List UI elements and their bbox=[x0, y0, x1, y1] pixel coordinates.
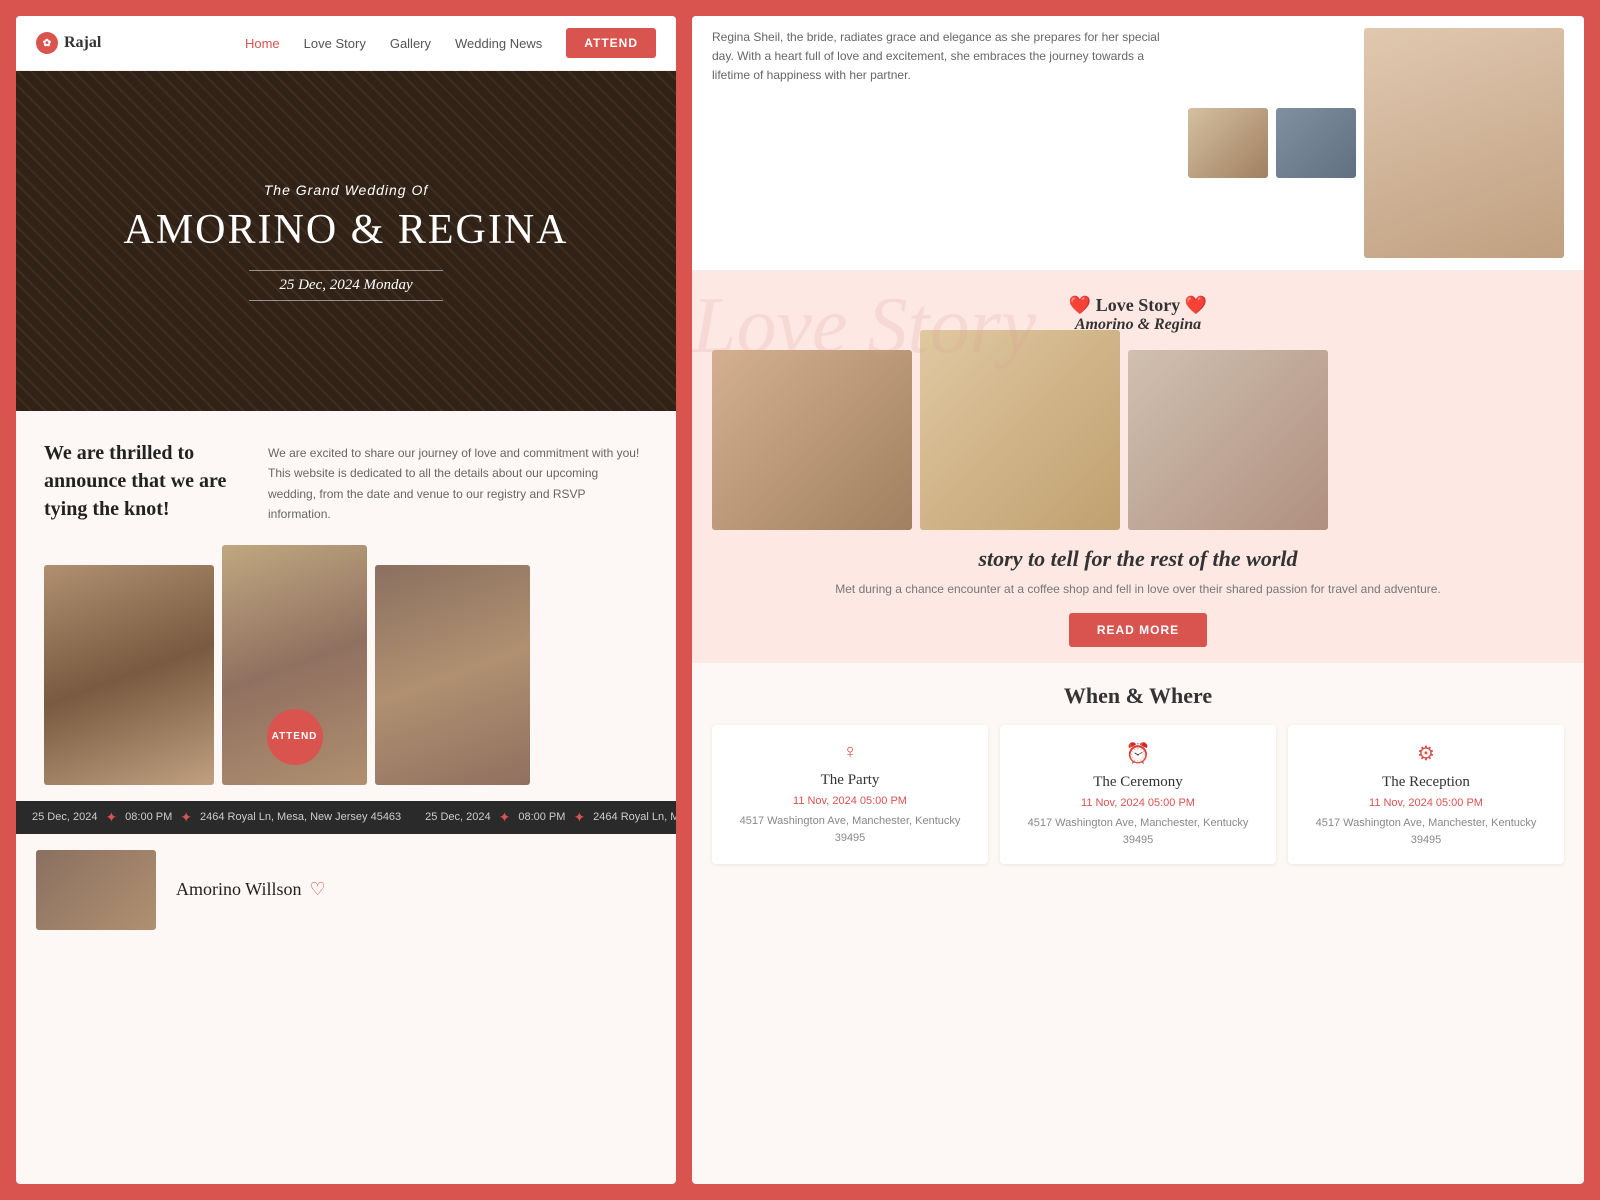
photo-1 bbox=[44, 565, 214, 785]
event-party: ♀ The Party 11 Nov, 2024 05:00 PM 4517 W… bbox=[712, 725, 988, 864]
love-story-tagline: story to tell for the rest of the world bbox=[712, 546, 1564, 572]
event-reception: ⚙ The Reception 11 Nov, 2024 05:00 PM 45… bbox=[1288, 725, 1564, 864]
love-photo-3 bbox=[1128, 350, 1328, 530]
love-story-header: ❤️ Love Story ❤️ Amorino & Regina bbox=[712, 295, 1564, 334]
nav-gallery[interactable]: Gallery bbox=[390, 36, 431, 51]
party-title: The Party bbox=[728, 772, 972, 789]
love-photo-2 bbox=[920, 330, 1120, 530]
announce-title: We are thrilled to announce that we are … bbox=[44, 439, 244, 523]
read-more-button[interactable]: READ MORE bbox=[1069, 613, 1207, 647]
gallery-description: Regina Sheil, the bride, radiates grace … bbox=[712, 28, 1180, 258]
photo-1-inner bbox=[44, 565, 214, 785]
when-where-title: When & Where bbox=[712, 683, 1564, 709]
love-story-section: Love Story ❤️ Love Story ❤️ Amorino & Re… bbox=[692, 271, 1584, 663]
ticker-dot-1: ✦ bbox=[105, 809, 117, 826]
ticker-dot-4: ✦ bbox=[573, 809, 585, 826]
photo-3-inner bbox=[375, 565, 530, 785]
ticker-date-2: 25 Dec, 2024 bbox=[425, 811, 490, 823]
attend-button[interactable]: ATTEND bbox=[566, 28, 656, 58]
photo-3 bbox=[375, 565, 530, 785]
nav-home[interactable]: Home bbox=[245, 36, 280, 51]
ticker-dot-3: ✦ bbox=[499, 809, 511, 826]
hero-date: 25 Dec, 2024 Monday bbox=[249, 270, 442, 301]
left-panel: ✿ Rajal Home Love Story Gallery Wedding … bbox=[16, 16, 676, 1184]
gallery-top: Regina Sheil, the bride, radiates grace … bbox=[692, 16, 1584, 271]
person-name: Amorino Willson ♡ bbox=[176, 879, 326, 900]
love-story-description: Met during a chance encounter at a coffe… bbox=[712, 580, 1564, 599]
person-info: Amorino Willson ♡ bbox=[176, 850, 326, 930]
nav-love-story[interactable]: Love Story bbox=[304, 36, 366, 51]
ticker-address-2: 2464 Royal Ln, Mesa, New Jersey 45463 bbox=[593, 811, 676, 823]
event-ceremony: ⏰ The Ceremony 11 Nov, 2024 05:00 PM 451… bbox=[1000, 725, 1276, 864]
party-icon: ♀ bbox=[728, 741, 972, 764]
ticker-bar: 25 Dec, 2024 ✦ 08:00 PM ✦ 2464 Royal Ln,… bbox=[16, 801, 676, 834]
ticker-item-2: 25 Dec, 2024 ✦ 08:00 PM ✦ 2464 Royal Ln,… bbox=[425, 809, 676, 826]
ceremony-icon: ⏰ bbox=[1016, 741, 1260, 766]
when-where-section: When & Where ♀ The Party 11 Nov, 2024 05… bbox=[692, 663, 1584, 884]
hero-title: AMORINO & REGINA bbox=[124, 206, 569, 254]
ceremony-date: 11 Nov, 2024 05:00 PM bbox=[1016, 797, 1260, 809]
nav-wedding-news[interactable]: Wedding News bbox=[455, 36, 542, 51]
ticker-date-1: 25 Dec, 2024 bbox=[32, 811, 97, 823]
bottom-section: Amorino Willson ♡ bbox=[16, 834, 676, 946]
navbar: ✿ Rajal Home Love Story Gallery Wedding … bbox=[16, 16, 676, 71]
person-photo bbox=[36, 850, 156, 930]
love-photos bbox=[712, 350, 1564, 530]
announce-heading: We are thrilled to announce that we are … bbox=[44, 439, 244, 525]
party-address: 4517 Washington Ave, Manchester, Kentuck… bbox=[728, 813, 972, 846]
ticker-item-1: 25 Dec, 2024 ✦ 08:00 PM ✦ 2464 Royal Ln,… bbox=[32, 809, 401, 826]
hero-subtitle: The Grand Wedding Of bbox=[264, 182, 428, 198]
logo-text: Rajal bbox=[64, 34, 101, 52]
announce-body: We are excited to share our journey of l… bbox=[268, 439, 648, 525]
reception-title: The Reception bbox=[1304, 774, 1548, 791]
site-logo: ✿ Rajal bbox=[36, 32, 101, 54]
announcement-section: We are thrilled to announce that we are … bbox=[16, 411, 676, 541]
love-photo-1 bbox=[712, 350, 912, 530]
ticker-address-1: 2464 Royal Ln, Mesa, New Jersey 45463 bbox=[200, 811, 401, 823]
gallery-thumb-1 bbox=[1188, 108, 1268, 178]
reception-date: 11 Nov, 2024 05:00 PM bbox=[1304, 797, 1548, 809]
attend-circle[interactable]: ATTEND bbox=[267, 709, 323, 765]
photo-grid: ATTEND bbox=[16, 541, 676, 801]
ticker-time-1: 08:00 PM bbox=[125, 811, 172, 823]
reception-address: 4517 Washington Ave, Manchester, Kentuck… bbox=[1304, 815, 1548, 848]
heart-icon: ♡ bbox=[309, 879, 325, 900]
ticker-time-2: 08:00 PM bbox=[518, 811, 565, 823]
person-name-text: Amorino Willson bbox=[176, 879, 301, 900]
party-date: 11 Nov, 2024 05:00 PM bbox=[728, 795, 972, 807]
event-cards: ♀ The Party 11 Nov, 2024 05:00 PM 4517 W… bbox=[712, 725, 1564, 864]
photo-2: ATTEND bbox=[222, 545, 367, 785]
logo-icon: ✿ bbox=[36, 32, 58, 54]
gallery-main-photo bbox=[1364, 28, 1564, 258]
ceremony-title: The Ceremony bbox=[1016, 774, 1260, 791]
gallery-thumbs bbox=[1188, 28, 1356, 258]
right-panel: Regina Sheil, the bride, radiates grace … bbox=[692, 16, 1584, 1184]
love-story-couple: Amorino & Regina bbox=[712, 316, 1564, 334]
hero-section: The Grand Wedding Of AMORINO & REGINA 25… bbox=[16, 71, 676, 411]
ticker-dot-2: ✦ bbox=[180, 809, 192, 826]
ceremony-address: 4517 Washington Ave, Manchester, Kentuck… bbox=[1016, 815, 1260, 848]
hero-background: The Grand Wedding Of AMORINO & REGINA 25… bbox=[16, 71, 676, 411]
gallery-thumb-2 bbox=[1276, 108, 1356, 178]
reception-icon: ⚙ bbox=[1304, 741, 1548, 766]
nav-links: Home Love Story Gallery Wedding News ATT… bbox=[245, 28, 656, 58]
love-story-text: story to tell for the rest of the world … bbox=[712, 546, 1564, 647]
love-story-label: ❤️ Love Story ❤️ bbox=[712, 295, 1564, 316]
